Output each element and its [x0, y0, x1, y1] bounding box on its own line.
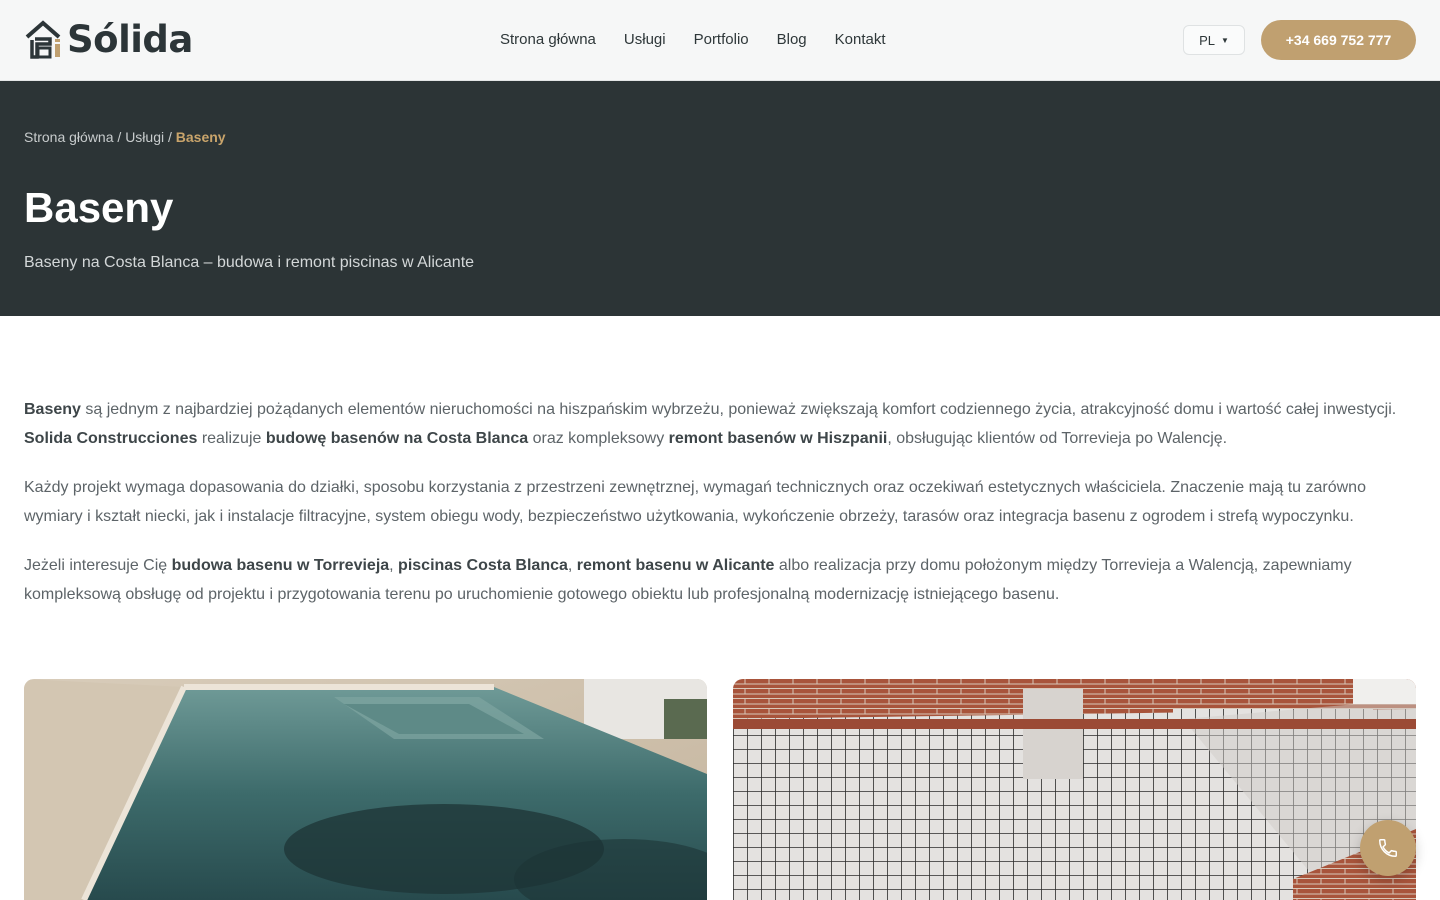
emphasis-text: Baseny — [24, 401, 81, 418]
emphasis-text: Solida Construcciones — [24, 430, 198, 447]
breadcrumb-home[interactable]: Strona główna — [24, 129, 114, 145]
pool-construction-rebar-photo — [733, 679, 1416, 900]
phone-button[interactable]: +34 669 752 777 — [1261, 20, 1416, 60]
paragraph-offer: Jeżeli interesuje Cię budowa basenu w To… — [24, 557, 1352, 603]
nav-services[interactable]: Usługi — [624, 30, 666, 50]
paragraph-intro: Baseny są jednym z najbardziej pożądanyc… — [24, 401, 1397, 447]
language-selector[interactable]: PL ▼ — [1183, 25, 1245, 55]
breadcrumb-current: Baseny — [175, 129, 226, 145]
breadcrumb-separator: / — [113, 129, 126, 145]
breadcrumb-separator: / — [164, 129, 176, 145]
nav-blog[interactable]: Blog — [777, 30, 807, 50]
emphasis-text: budowa basenu w Torrevieja — [171, 557, 390, 574]
page-subtitle: Baseny na Costa Blanca – budowa i remont… — [24, 254, 475, 271]
emphasis-text: remont basenu w Alicante — [576, 557, 775, 574]
main-content: Baseny są jednym z najbardziej pożądanyc… — [24, 395, 1416, 629]
nav-portfolio[interactable]: Portfolio — [694, 30, 749, 50]
page-title: Baseny — [24, 184, 174, 231]
main-nav: Strona główna Usługi Portfolio Blog Kont… — [500, 30, 886, 50]
paragraph-project: Każdy projekt wymaga dopasowania do dzia… — [24, 479, 1366, 525]
page-hero: Strona główna / Usługi / Baseny Baseny B… — [0, 81, 1440, 316]
finished-pool-photo — [24, 679, 707, 900]
breadcrumb: Strona główna / Usługi / Baseny — [24, 128, 226, 146]
language-label: PL — [1199, 32, 1215, 48]
emphasis-text: piscinas Costa Blanca — [398, 557, 568, 574]
site-header: Sólida Strona główna Usługi Portfolio Bl… — [0, 0, 1440, 81]
call-fab-button[interactable] — [1360, 820, 1416, 876]
emphasis-text: remont basenów w Hiszpanii — [668, 430, 888, 447]
chevron-down-icon: ▼ — [1220, 35, 1229, 45]
logo[interactable]: Sólida — [24, 20, 193, 60]
nav-contact[interactable]: Kontakt — [835, 30, 886, 50]
phone-icon — [1379, 839, 1397, 857]
emphasis-text: budowę basenów na Costa Blanca — [265, 430, 529, 447]
breadcrumb-services[interactable]: Usługi — [125, 129, 164, 145]
house-logo-icon — [25, 20, 61, 59]
logo-text: Sólida — [67, 18, 193, 61]
nav-home[interactable]: Strona główna — [500, 30, 596, 50]
